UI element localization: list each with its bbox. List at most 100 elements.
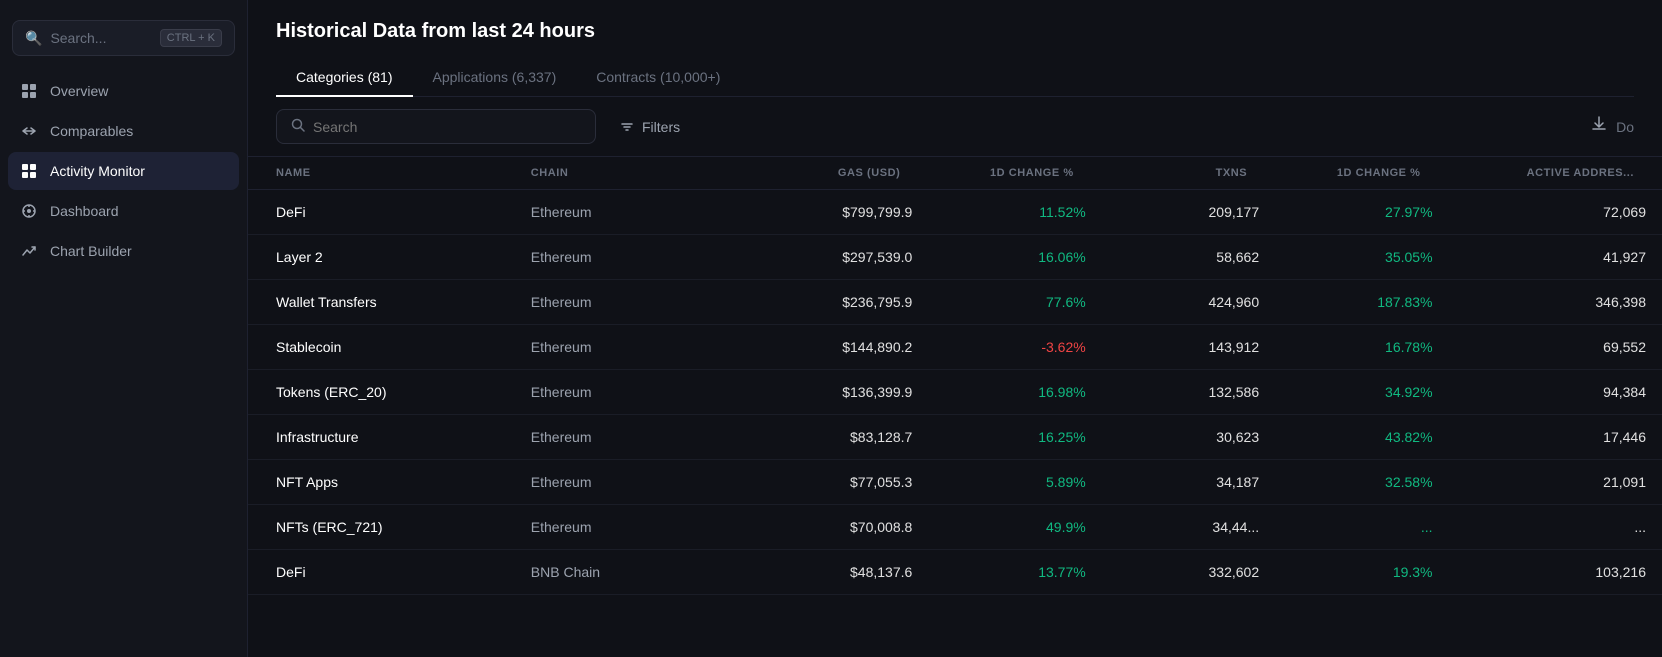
page-title: Historical Data from last 24 hours xyxy=(276,20,1634,43)
cell-chain: BNB Chain xyxy=(515,550,715,595)
cell-txns-change: 35.05% xyxy=(1275,235,1448,280)
overview-icon xyxy=(20,82,38,100)
table-row[interactable]: NFT Apps Ethereum $77,055.3 5.89% 34,187… xyxy=(248,460,1662,505)
cell-name: Infrastructure xyxy=(248,415,515,460)
cell-name: Stablecoin xyxy=(248,325,515,370)
cell-gas-change: 77.6% xyxy=(928,280,1101,325)
cell-gas: $144,890.2 xyxy=(715,325,928,370)
cell-gas-change: 16.06% xyxy=(928,235,1101,280)
filters-label: Filters xyxy=(642,119,680,135)
download-icon[interactable] xyxy=(1590,115,1608,138)
sidebar-nav: Overview Comparables Activity Monitor xyxy=(0,72,247,270)
page-header: Historical Data from last 24 hours Categ… xyxy=(248,0,1662,97)
cell-active-addresses: 94,384 xyxy=(1449,370,1662,415)
sidebar-search-shortcut: CTRL + K xyxy=(160,29,222,47)
cell-chain: Ethereum xyxy=(515,190,715,235)
filters-button[interactable]: Filters xyxy=(608,111,692,143)
cell-gas: $136,399.9 xyxy=(715,370,928,415)
sidebar-item-overview-label: Overview xyxy=(50,83,108,99)
sidebar-item-activity-monitor-label: Activity Monitor xyxy=(50,163,145,179)
cell-txns-change: 32.58% xyxy=(1275,460,1448,505)
cell-gas: $236,795.9 xyxy=(715,280,928,325)
cell-active-addresses: 17,446 xyxy=(1449,415,1662,460)
sidebar-item-overview[interactable]: Overview xyxy=(8,72,239,110)
cell-txns: 143,912 xyxy=(1102,325,1275,370)
sidebar-item-chart-builder[interactable]: Chart Builder xyxy=(8,232,239,270)
cell-active-addresses: 346,398 xyxy=(1449,280,1662,325)
table-row[interactable]: Infrastructure Ethereum $83,128.7 16.25%… xyxy=(248,415,1662,460)
tab-contracts[interactable]: Contracts (10,000+) xyxy=(576,59,740,97)
cell-txns: 424,960 xyxy=(1102,280,1275,325)
table-row[interactable]: Tokens (ERC_20) Ethereum $136,399.9 16.9… xyxy=(248,370,1662,415)
table-row[interactable]: Stablecoin Ethereum $144,890.2 -3.62% 14… xyxy=(248,325,1662,370)
cell-name: DeFi xyxy=(248,550,515,595)
tabs: Categories (81) Applications (6,337) Con… xyxy=(276,59,1634,97)
cell-gas-change: 5.89% xyxy=(928,460,1101,505)
cell-gas: $297,539.0 xyxy=(715,235,928,280)
col-header-txns[interactable]: TXNS xyxy=(1102,157,1275,190)
tab-categories[interactable]: Categories (81) xyxy=(276,59,413,97)
sidebar-item-dashboard-label: Dashboard xyxy=(50,203,119,219)
toolbar: Filters Do xyxy=(248,97,1662,157)
search-bar-icon xyxy=(291,118,305,135)
sidebar-item-chart-builder-label: Chart Builder xyxy=(50,243,132,259)
sidebar-item-comparables[interactable]: Comparables xyxy=(8,112,239,150)
cell-gas-change: -3.62% xyxy=(928,325,1101,370)
col-header-txns-change[interactable]: 1D CHANGE % xyxy=(1275,157,1448,190)
col-header-name[interactable]: NAME xyxy=(248,157,515,190)
col-header-active-addresses[interactable]: ACTIVE ADDRES... xyxy=(1449,157,1662,190)
col-header-gas-change[interactable]: 1D CHANGE % xyxy=(928,157,1101,190)
cell-active-addresses: 72,069 xyxy=(1449,190,1662,235)
cell-chain: Ethereum xyxy=(515,235,715,280)
cell-txns-change: 27.97% xyxy=(1275,190,1448,235)
data-table: NAME CHAIN GAS (USD) 1D CHANGE % TXNS xyxy=(248,157,1662,595)
table-row[interactable]: Layer 2 Ethereum $297,539.0 16.06% 58,66… xyxy=(248,235,1662,280)
cell-gas: $48,137.6 xyxy=(715,550,928,595)
table-container: NAME CHAIN GAS (USD) 1D CHANGE % TXNS xyxy=(248,157,1662,657)
cell-gas: $83,128.7 xyxy=(715,415,928,460)
cell-name: Tokens (ERC_20) xyxy=(248,370,515,415)
table-row[interactable]: DeFi Ethereum $799,799.9 11.52% 209,177 … xyxy=(248,190,1662,235)
cell-chain: Ethereum xyxy=(515,505,715,550)
cell-active-addresses: ... xyxy=(1449,505,1662,550)
cell-txns: 34,44... xyxy=(1102,505,1275,550)
cell-txns-change: ... xyxy=(1275,505,1448,550)
search-bar[interactable] xyxy=(276,109,596,144)
sidebar-search-button[interactable]: 🔍 Search... CTRL + K xyxy=(12,20,235,56)
cell-active-addresses: 41,927 xyxy=(1449,235,1662,280)
sidebar-item-activity-monitor[interactable]: Activity Monitor xyxy=(8,152,239,190)
cell-chain: Ethereum xyxy=(515,415,715,460)
cell-txns-change: 34.92% xyxy=(1275,370,1448,415)
cell-gas: $70,008.8 xyxy=(715,505,928,550)
table-row[interactable]: Wallet Transfers Ethereum $236,795.9 77.… xyxy=(248,280,1662,325)
tab-applications[interactable]: Applications (6,337) xyxy=(413,59,577,97)
cell-txns-change: 16.78% xyxy=(1275,325,1448,370)
col-header-chain[interactable]: CHAIN xyxy=(515,157,715,190)
cell-txns: 34,187 xyxy=(1102,460,1275,505)
sidebar-search-label: Search... xyxy=(50,30,151,46)
cell-txns: 58,662 xyxy=(1102,235,1275,280)
download-label: Do xyxy=(1616,119,1634,135)
comparables-icon xyxy=(20,122,38,140)
main-content: Historical Data from last 24 hours Categ… xyxy=(248,0,1662,657)
col-header-gas[interactable]: GAS (USD) xyxy=(715,157,928,190)
cell-txns-change: 19.3% xyxy=(1275,550,1448,595)
table-row[interactable]: DeFi BNB Chain $48,137.6 13.77% 332,602 … xyxy=(248,550,1662,595)
search-input[interactable] xyxy=(313,119,581,135)
chart-builder-icon xyxy=(20,242,38,260)
sidebar-item-dashboard[interactable]: Dashboard xyxy=(8,192,239,230)
cell-name: NFT Apps xyxy=(248,460,515,505)
cell-name: NFTs (ERC_721) xyxy=(248,505,515,550)
cell-txns: 209,177 xyxy=(1102,190,1275,235)
cell-txns-change: 187.83% xyxy=(1275,280,1448,325)
cell-txns: 30,623 xyxy=(1102,415,1275,460)
cell-name: Layer 2 xyxy=(248,235,515,280)
cell-gas-change: 11.52% xyxy=(928,190,1101,235)
table-row[interactable]: NFTs (ERC_721) Ethereum $70,008.8 49.9% … xyxy=(248,505,1662,550)
table-body: DeFi Ethereum $799,799.9 11.52% 209,177 … xyxy=(248,190,1662,595)
cell-gas: $77,055.3 xyxy=(715,460,928,505)
cell-txns: 332,602 xyxy=(1102,550,1275,595)
cell-gas-change: 16.25% xyxy=(928,415,1101,460)
cell-gas: $799,799.9 xyxy=(715,190,928,235)
activity-monitor-icon xyxy=(20,162,38,180)
